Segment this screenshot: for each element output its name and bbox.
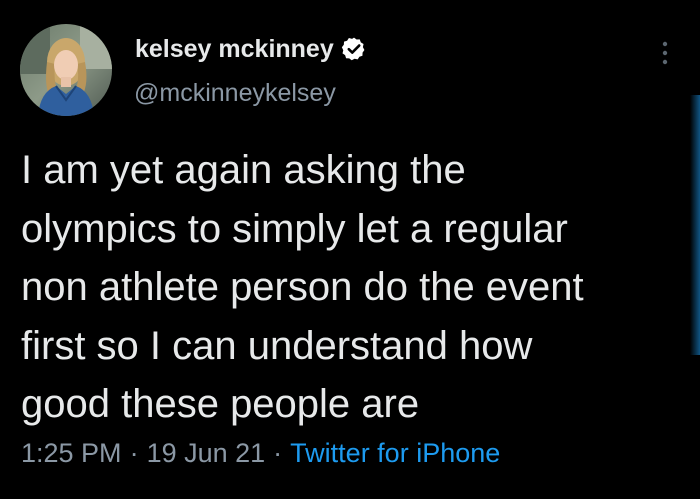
tweet-text-line: olympics to simply let a regular [21,206,568,251]
tweet-date[interactable]: 19 Jun 21 [147,438,266,468]
tweet-metadata: 1:25 PM · 19 Jun 21 · Twitter for iPhone [21,438,500,469]
tweet-time[interactable]: 1:25 PM [21,438,122,468]
more-options-icon[interactable] [655,40,675,66]
profile-photo-icon [20,24,112,116]
separator-dot: · [129,438,139,468]
tweet-source-link[interactable]: Twitter for iPhone [290,438,500,468]
scroll-edge-glow [690,95,700,355]
tweet-text: I am yet again asking the olympics to si… [21,141,691,434]
author-avatar[interactable] [20,24,112,116]
author-name-row: kelsey mckinney [135,32,367,66]
tweet-text-line: good these people are [21,382,420,426]
tweet-text-line: non athlete person do the event [21,265,584,309]
author-display-name[interactable]: kelsey mckinney [135,35,334,64]
author-handle[interactable]: @mckinneykelsey [134,79,336,108]
verified-badge-icon [341,36,367,62]
tweet-text-line: I am yet again asking the [21,148,466,192]
tweet-card: kelsey mckinney @mckinneykelsey I am yet… [0,0,700,499]
tweet-text-line: first so I can understand how [21,323,533,368]
separator-dot: · [273,438,283,468]
